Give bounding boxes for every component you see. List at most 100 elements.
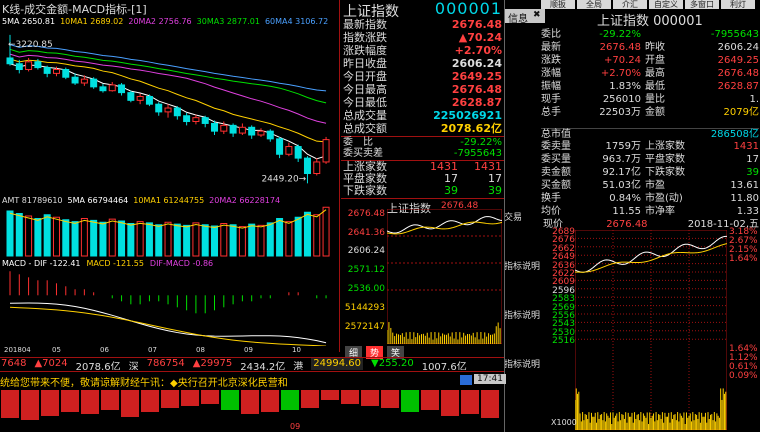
quote-row-value: 2676.48	[451, 18, 502, 31]
ma-legend-1: 10MA1 2689.02	[60, 17, 124, 26]
right-quote-row-v2: 1.	[749, 94, 759, 105]
bottom-bar	[81, 390, 99, 414]
bottom-bar	[341, 390, 359, 404]
bottom-bar	[241, 390, 259, 414]
right-quote-row-l2: 量比	[645, 94, 665, 105]
quote-row: 总成交量 225026921	[343, 109, 502, 122]
right-stats-row: 委买量 963.7万 平盘家数 17	[541, 153, 759, 166]
candle	[173, 107, 181, 117]
right-quote-row-l2: 昨收	[645, 42, 665, 53]
volume-bar	[313, 214, 321, 257]
right-quote-row-v2: 2628.87	[717, 81, 759, 92]
close-icon[interactable]: ✖	[533, 10, 541, 20]
right-stats-row-l2: 下跌家数	[645, 167, 685, 178]
volume-bar	[266, 222, 274, 257]
bottom-bar	[201, 390, 219, 404]
bottom-bar	[221, 390, 239, 410]
mini-intraday-panel: 上证指数 2676.48 2676.48 2641.36 2606.24 2571.1…	[341, 198, 504, 345]
right-chart-price: 2676.48	[606, 219, 648, 230]
bottom-date-tick: 09	[290, 422, 301, 431]
candle	[52, 69, 60, 74]
right-y-lower: 1.64% 1.12% 0.61% 0.09%	[729, 345, 760, 381]
news-ticker[interactable]: 统给您带来不便，敬请谅解财经午讯：◆央行召开北京深化民营和	[0, 374, 288, 389]
right-stats-row: 委卖量 1759万 上涨家数 1431	[541, 140, 759, 153]
quote-row-value: 2676.48	[451, 83, 502, 96]
right-y-left-label: 2516	[552, 336, 575, 347]
right-quote-row-l2: 最低	[645, 81, 665, 92]
right-stats-row-l2: 上涨家数	[645, 141, 685, 152]
quote-row-value: +2.70%	[454, 44, 502, 57]
ma-line-3	[9, 48, 327, 104]
right-y-right: 3.18% 2.67% 2.15% 1.64%	[729, 228, 760, 264]
market-strip: 7648 ▲7024 2078.6亿深 786754 ▲29975 2434.2亿港 249…	[0, 357, 504, 370]
market-item-5: ▲29975	[192, 358, 233, 369]
mini-price-line	[387, 216, 502, 234]
updown-label: 下跌家数	[343, 184, 387, 197]
kline-chart[interactable]: ←3220.85 2449.20→	[0, 27, 340, 193]
volume-bar	[34, 218, 42, 257]
candle	[229, 124, 237, 134]
bottom-bar	[181, 390, 199, 406]
quote-row-label: 今日最高	[343, 83, 387, 96]
right-toolbar: 顺扳 全局 介汇 自定义 多窗口 利灯	[541, 0, 760, 9]
volume-bar	[322, 206, 330, 257]
candle	[136, 95, 144, 101]
volume-chart[interactable]	[0, 206, 340, 258]
candle	[90, 78, 98, 88]
macd-chart[interactable]	[0, 268, 340, 346]
toolbar-btn-1[interactable]: 全局	[577, 0, 611, 9]
toolbar-btn-4[interactable]: 多窗口	[685, 0, 719, 9]
volume-bar	[285, 221, 293, 257]
quote-row-label: 今日开盘	[343, 70, 387, 83]
ma-legend-2: 20MA2 2756.76	[128, 17, 192, 26]
clock-icon	[460, 375, 472, 385]
right-quote-row-v1: 22503万	[599, 107, 641, 118]
right-quote-rows: 委比 -29.22% -7955643 最新 2676.48 昨收 2606.24 涨跌 +70…	[541, 28, 759, 119]
right-quote-row: 涨幅 +2.70% 最高 2676.48	[541, 67, 759, 80]
right-quote-row-l2: 开盘	[645, 55, 665, 66]
right-quote-row-l1: 最新	[541, 42, 561, 53]
right-stats-row-v2: 17	[746, 154, 759, 165]
mini-chart[interactable]	[387, 209, 502, 344]
volume-bar	[211, 225, 219, 257]
volume-bar	[294, 216, 302, 257]
volume-bar	[62, 219, 70, 257]
quote-row-label: 总成交量	[343, 109, 387, 122]
bottom-bar	[281, 390, 299, 410]
right-stats-row-l2: 平盘家数	[645, 154, 685, 165]
candle	[34, 61, 42, 69]
quote-row-label: 昨日收盘	[343, 57, 387, 70]
tab-info[interactable]: 信息	[508, 10, 528, 25]
candle	[266, 130, 274, 140]
bottom-bar	[141, 390, 159, 412]
right-quote-row: 涨跌 +70.24 开盘 2649.25	[541, 54, 759, 67]
candle	[257, 130, 265, 136]
candle	[183, 115, 191, 123]
candle	[294, 146, 302, 159]
index-code: 000001	[434, 0, 502, 18]
toolbar-btn-5[interactable]: 利灯	[721, 0, 755, 9]
quote-row-label: 今日最低	[343, 96, 387, 109]
market-item-0: 7648	[1, 358, 27, 369]
right-y-right-label: 1.64%	[729, 254, 758, 264]
right-intraday-chart[interactable]	[575, 230, 727, 430]
candle	[43, 67, 51, 74]
right-quote-row-l1: 振幅	[541, 81, 561, 92]
right-quote-row-l1: 涨跌	[541, 55, 561, 66]
right-quote-row-v2: 2606.24	[717, 42, 759, 53]
dea-line	[9, 306, 327, 346]
volume-bar	[145, 222, 153, 257]
toolbar-btn-0[interactable]: 顺扳	[541, 0, 575, 9]
candle	[62, 69, 70, 78]
candle	[276, 138, 284, 155]
right-panel: 信息 ✖ 顺扳 全局 介汇 自定义 多窗口 利灯 上证指数 000001 委比 -29.22…	[504, 0, 760, 432]
toolbar-btn-2[interactable]: 介汇	[613, 0, 647, 9]
right-quote-row-l1: 委比	[541, 29, 561, 40]
toolbar-btn-3[interactable]: 自定义	[649, 0, 683, 9]
quote-row-label: 最新指数	[343, 18, 387, 31]
quote-row-value: 225026921	[433, 109, 502, 122]
volume-bar	[183, 224, 191, 257]
right-stats-row-l1: 换手	[541, 193, 561, 204]
date-tick-2: 06	[100, 346, 109, 354]
bottom-bar	[421, 390, 439, 410]
